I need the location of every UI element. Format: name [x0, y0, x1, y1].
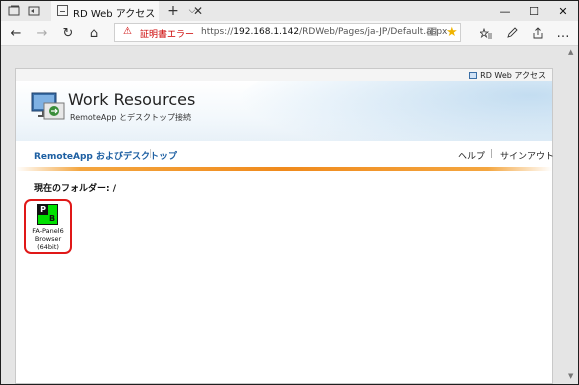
home-button[interactable]: ⌂	[85, 25, 103, 41]
monitor-icon	[469, 72, 478, 79]
tab-list-chevron-icon[interactable]: ⌵	[185, 1, 199, 21]
back-button[interactable]: ←	[7, 25, 25, 41]
tab-title: RD Web アクセス	[73, 9, 156, 20]
page-title: Work Resources	[68, 90, 196, 109]
minimize-button[interactable]: —	[491, 1, 519, 21]
menu-bar: RemoteApp およびデスクトップ | ヘルプ | サインアウト	[16, 141, 554, 168]
menu-separator: |	[490, 149, 494, 159]
page-viewport: RD Web アクセス Work Resources RemoteApp とデス…	[1, 46, 578, 384]
vertical-scrollbar[interactable]: ▲ ▼	[565, 46, 578, 384]
rdweb-favicon-icon	[57, 5, 68, 16]
menu-separator: |	[149, 149, 153, 159]
orange-divider	[16, 167, 552, 171]
page-subtitle: RemoteApp とデスクトップ接続	[70, 113, 192, 122]
title-bar: RD Web アクセス ✕ + ⌵ — ☐ ✕	[1, 1, 578, 21]
certificate-error-label[interactable]: 証明書エラー	[140, 27, 194, 40]
refresh-button[interactable]: ↻	[59, 25, 77, 41]
favorites-list-icon[interactable]	[477, 25, 495, 41]
new-tab-button[interactable]: +	[165, 1, 181, 21]
banner-decoration	[236, 81, 552, 141]
remoteapp-fa-panel6-browser[interactable]: P B FA-Panel6 Browser (64bit)	[24, 199, 72, 254]
forward-button[interactable]: →	[33, 25, 51, 41]
rdweb-page: RD Web アクセス Work Resources RemoteApp とデス…	[15, 68, 554, 384]
current-folder-label: 現在のフォルダー: /	[34, 184, 117, 194]
share-icon[interactable]	[529, 25, 547, 41]
url-text[interactable]: https://192.168.1.142/RDWeb/Pages/ja-JP/…	[201, 27, 447, 37]
warning-icon[interactable]: ⚠	[123, 26, 132, 37]
maximize-button[interactable]: ☐	[520, 1, 548, 21]
scroll-down-icon[interactable]: ▼	[568, 372, 573, 380]
app-label[interactable]: FA-Panel6 Browser (64bit)	[26, 227, 70, 251]
app-label-line: (64bit)	[37, 243, 59, 251]
url-host: 192.168.1.142	[233, 27, 300, 37]
remote-desktop-logo-icon	[31, 92, 65, 120]
rdweb-access-label: RD Web アクセス	[469, 70, 546, 81]
tab-actions-icon[interactable]	[7, 4, 21, 18]
app-icon-letter-b: B	[48, 214, 56, 223]
tabs-aside-icon[interactable]	[27, 4, 41, 18]
favorite-star-icon[interactable]: ★	[446, 25, 458, 40]
close-window-button[interactable]: ✕	[549, 1, 577, 21]
pen-icon[interactable]	[503, 25, 521, 41]
rdweb-access-text: RD Web アクセス	[480, 71, 546, 80]
banner: Work Resources RemoteApp とデスクトップ接続	[16, 81, 552, 141]
scroll-up-icon[interactable]: ▲	[568, 48, 573, 56]
url-scheme: https://	[201, 27, 234, 37]
app-label-line: FA-Panel6	[32, 227, 64, 235]
more-icon[interactable]: …	[554, 25, 572, 41]
address-bar[interactable]: ⚠ 証明書エラー https://192.168.1.142/RDWeb/Pag…	[114, 23, 461, 42]
signout-link[interactable]: サインアウト	[500, 149, 554, 162]
url-path: /RDWeb/Pages/ja-JP/Default.aspx	[299, 27, 448, 37]
reading-view-icon[interactable]	[427, 27, 437, 39]
fa-panel6-app-icon[interactable]: P B	[37, 204, 58, 225]
app-label-line: Browser	[34, 235, 62, 243]
help-link[interactable]: ヘルプ	[458, 149, 485, 162]
browser-tab[interactable]: RD Web アクセス ✕	[51, 1, 203, 21]
tab-remoteapp-and-desktops[interactable]: RemoteApp およびデスクトップ	[34, 149, 177, 162]
navigation-bar: ← → ↻ ⌂ ⚠ 証明書エラー https://192.168.1.142/R…	[1, 21, 578, 46]
